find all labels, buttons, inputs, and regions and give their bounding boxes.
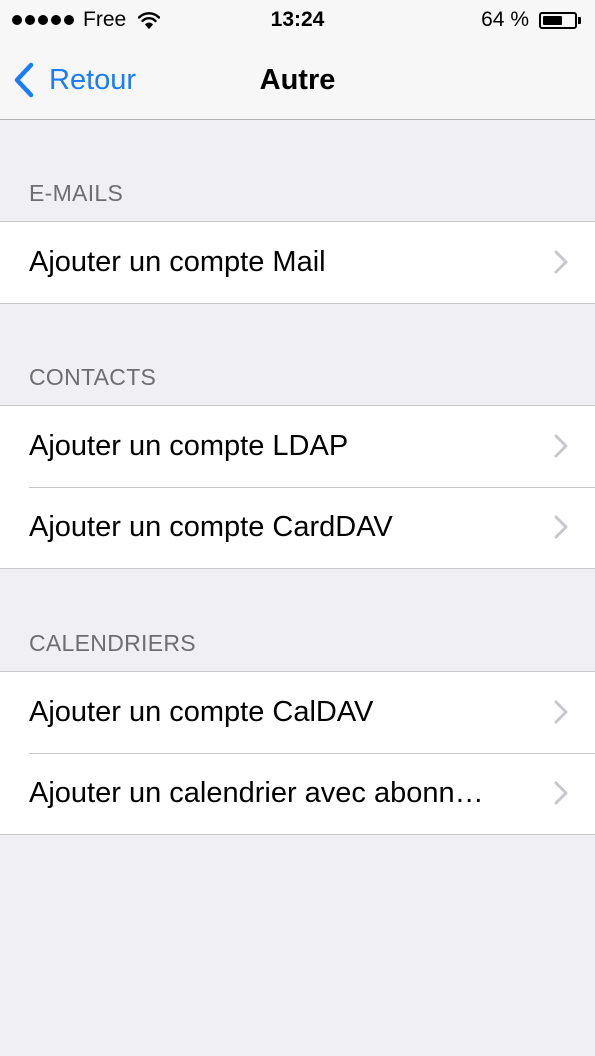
list-item-label: Ajouter un compte LDAP xyxy=(29,430,349,462)
chevron-right-icon xyxy=(554,515,568,539)
battery-fill xyxy=(543,15,563,25)
section-header-contacts: CONTACTS xyxy=(29,364,157,390)
chevron-right-icon xyxy=(554,434,568,458)
section-header-emails: E-MAILS xyxy=(29,180,124,206)
section-header-calendars: CALENDRIERS xyxy=(29,630,196,656)
list-item-label: Ajouter un compte CardDAV xyxy=(29,511,393,543)
list-item-add-carddav-account[interactable]: Ajouter un compte CardDAV xyxy=(0,487,595,568)
navigation-bar: Autre Retour xyxy=(0,40,595,120)
list-item-label: Ajouter un calendrier avec abonn… xyxy=(29,777,484,809)
list-item-label: Ajouter un compte Mail xyxy=(29,246,326,278)
battery-percent: 64 % xyxy=(481,8,529,31)
group-calendars: Ajouter un compte CalDAV Ajouter un cale… xyxy=(0,671,595,835)
list-item-add-caldav-account[interactable]: Ajouter un compte CalDAV xyxy=(0,672,595,753)
status-right: 64 % xyxy=(481,8,583,32)
group-emails: Ajouter un compte Mail xyxy=(0,221,595,304)
battery-icon xyxy=(539,10,583,30)
back-button-label: Retour xyxy=(49,63,137,96)
list-item-add-subscribed-calendar[interactable]: Ajouter un calendrier avec abonn… xyxy=(0,753,595,834)
chevron-right-icon xyxy=(554,250,568,274)
list-item-add-ldap-account[interactable]: Ajouter un compte LDAP xyxy=(0,406,595,487)
group-contacts: Ajouter un compte LDAP Ajouter un compte… xyxy=(0,405,595,569)
back-chevron-icon xyxy=(14,62,34,98)
status-bar: Free 13:24 64 % xyxy=(0,0,595,40)
back-button[interactable]: Retour xyxy=(12,60,136,100)
list-item-label: Ajouter un compte CalDAV xyxy=(29,696,374,728)
list-item-add-mail-account[interactable]: Ajouter un compte Mail xyxy=(0,222,595,303)
chevron-right-icon xyxy=(554,700,568,724)
chevron-right-icon xyxy=(554,781,568,805)
